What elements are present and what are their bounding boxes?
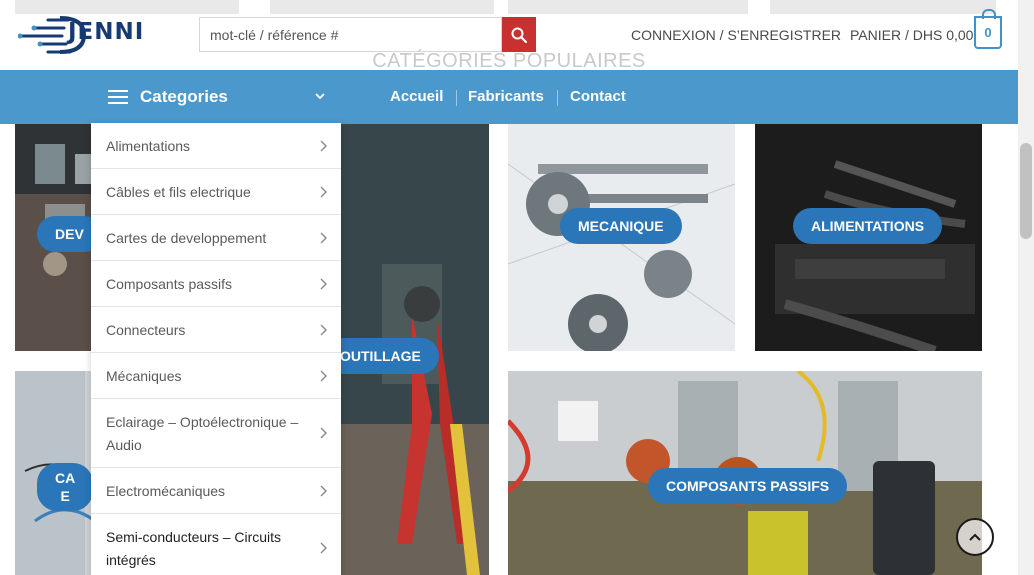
nav-accueil[interactable]: Accueil xyxy=(390,88,443,105)
page-scrollbar[interactable] xyxy=(1018,0,1034,575)
logo-text: JENNI xyxy=(68,19,145,45)
header-ghost-strip xyxy=(770,0,996,14)
dropdown-item-mecaniques[interactable]: Mécaniques xyxy=(91,353,341,399)
section-title: CATÉGORIES POPULAIRES xyxy=(372,50,646,72)
dropdown-item-label: Eclairage – Optoélectronique – Audio xyxy=(106,414,299,453)
tile-cables-label-1: CA xyxy=(55,470,76,486)
search-button[interactable] xyxy=(502,17,536,52)
nav-divider xyxy=(557,90,558,106)
chevron-right-icon xyxy=(320,427,327,439)
chevron-down-icon xyxy=(315,93,325,100)
dropdown-item-composants[interactable]: Composants passifs xyxy=(91,261,341,307)
chevron-right-icon xyxy=(320,232,327,243)
dropdown-item-semiconducteurs[interactable]: Semi-conducteurs – Circuits intégrés xyxy=(91,514,341,575)
chevron-right-icon xyxy=(320,370,327,381)
tile-alimentations-button[interactable]: ALIMENTATIONS xyxy=(793,208,943,244)
search-input[interactable] xyxy=(199,17,502,52)
categories-dropdown: Alimentations Câbles et fils electrique … xyxy=(91,123,341,575)
chevron-right-icon xyxy=(320,324,327,335)
dropdown-item-label: Connecteurs xyxy=(106,322,186,338)
dropdown-item-label: Electromécaniques xyxy=(106,483,226,499)
tile-composants-passifs[interactable]: COMPOSANTS PASSIFS xyxy=(508,371,982,575)
cart-count-badge[interactable]: 0 xyxy=(974,9,1002,49)
dropdown-item-cables[interactable]: Câbles et fils electrique xyxy=(91,169,341,215)
categories-toggle[interactable]: Categories xyxy=(108,70,330,124)
chevron-up-icon xyxy=(969,533,981,541)
chevron-right-icon xyxy=(320,140,327,151)
tile-mecanique[interactable]: MECANIQUE xyxy=(508,124,735,351)
hamburger-icon xyxy=(108,90,128,104)
nav-fabricants[interactable]: Fabricants xyxy=(468,88,544,105)
dropdown-item-label: Alimentations xyxy=(106,138,191,154)
dropdown-item-label: Mécaniques xyxy=(106,368,182,384)
dropdown-item-alimentations[interactable]: Alimentations xyxy=(91,123,341,169)
categories-label: Categories xyxy=(140,87,228,106)
tile-mecanique-button[interactable]: MECANIQUE xyxy=(560,208,682,244)
tile-alimentations[interactable]: ALIMENTATIONS xyxy=(755,124,982,351)
dropdown-item-eclairage[interactable]: Eclairage – Optoélectronique – Audio xyxy=(91,399,341,468)
cart-link[interactable]: PANIER / DHS 0,00 xyxy=(850,27,973,43)
dropdown-item-label: Composants passifs xyxy=(106,276,233,292)
main-navbar: Categories Accueil Fabricants Contact xyxy=(0,70,1018,124)
search-icon xyxy=(511,27,527,43)
dropdown-item-label: Semi-conducteurs – Circuits intégrés xyxy=(106,529,282,568)
dropdown-item-electromecaniques[interactable]: Electromécaniques xyxy=(91,468,341,514)
nav-divider xyxy=(456,90,457,106)
tile-composants-button[interactable]: COMPOSANTS PASSIFS xyxy=(648,468,848,504)
tile-cables-button[interactable]: CA E xyxy=(37,463,94,511)
dropdown-item-label: Cartes de developpement xyxy=(106,230,267,246)
header-ghost-strip xyxy=(508,0,748,14)
back-to-top-button[interactable] xyxy=(956,518,994,556)
nav-contact[interactable]: Contact xyxy=(570,88,626,105)
header-ghost-strip xyxy=(270,0,494,14)
chevron-right-icon xyxy=(320,542,327,554)
chevron-right-icon xyxy=(320,186,327,197)
dropdown-item-connecteurs[interactable]: Connecteurs xyxy=(91,307,341,353)
chevron-right-icon xyxy=(320,485,327,496)
login-register-link[interactable]: CONNEXION / S’ENREGISTRER xyxy=(631,27,841,43)
dropdown-item-label: Câbles et fils electrique xyxy=(106,184,251,200)
dropdown-item-cartes[interactable]: Cartes de developpement xyxy=(91,215,341,261)
chevron-right-icon xyxy=(320,278,327,289)
tile-cables-label-2: E xyxy=(60,488,70,504)
scrollbar-thumb[interactable] xyxy=(1020,143,1032,239)
